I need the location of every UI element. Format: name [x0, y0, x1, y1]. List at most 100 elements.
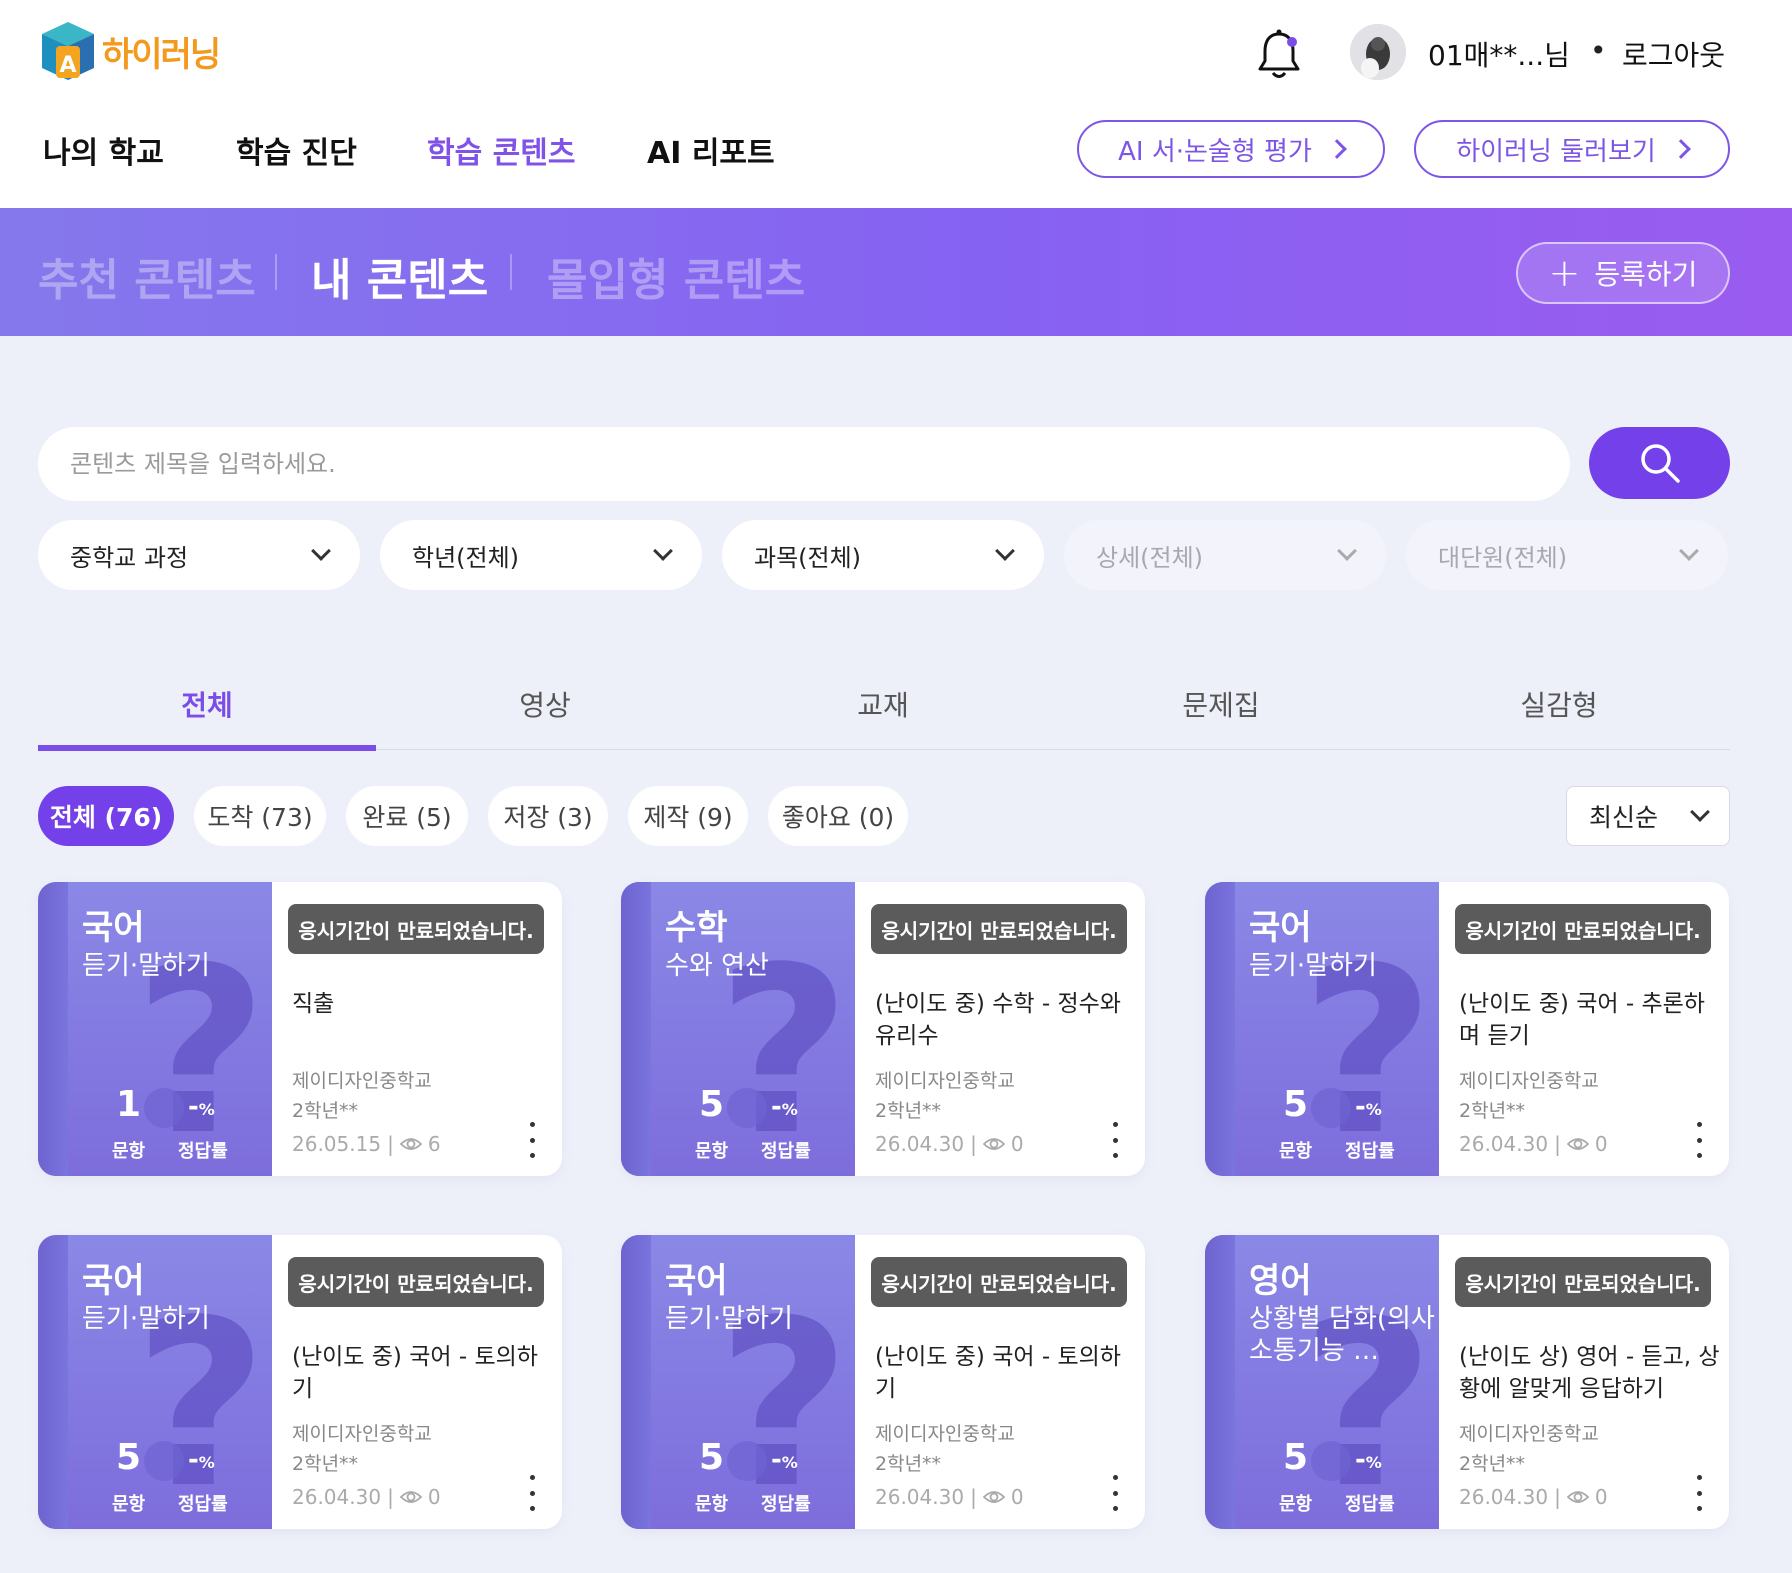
- user-name[interactable]: 01매**...님: [1428, 34, 1570, 74]
- search-button[interactable]: [1589, 427, 1730, 499]
- logout-link[interactable]: 로그아웃: [1622, 34, 1725, 74]
- avatar-image: [1350, 24, 1406, 80]
- subject-select[interactable]: 과목(전체): [722, 520, 1044, 590]
- content-card[interactable]: ? 국어 듣기·말하기 5 -% 문항 정답률 응시기간이 만료되었습니다. (…: [38, 1235, 562, 1529]
- progress-ring: [727, 1441, 767, 1481]
- chevron-right-icon: [1670, 139, 1691, 159]
- chip-created[interactable]: 제작 (9): [628, 786, 748, 846]
- chip-saved[interactable]: 저장 (3): [488, 786, 608, 846]
- card-area: 듣기·말하기: [82, 1304, 210, 1334]
- card-views: 0: [1010, 1485, 1024, 1509]
- type-tab-workbook[interactable]: 문제집: [1052, 684, 1390, 724]
- book-spine: [621, 882, 651, 1176]
- grade-select[interactable]: 학년(전체): [380, 520, 702, 590]
- ai-eval-button[interactable]: AI 서·논술형 평가: [1077, 120, 1385, 178]
- card-school: 제이디자인중학교: [292, 1070, 432, 1092]
- active-tab-indicator: [38, 745, 376, 751]
- card-grade: 2학년**: [1459, 1100, 1526, 1122]
- detail-select-value: 상세(전체): [1096, 543, 1204, 572]
- card-date: 26.04.30: [875, 1485, 965, 1509]
- card-date: 26.04.30: [875, 1132, 965, 1156]
- tour-label: 하이러닝 둘러보기: [1456, 136, 1656, 167]
- question-label: 문항: [1279, 1141, 1313, 1162]
- eye-icon: [1566, 1491, 1589, 1503]
- bell-icon[interactable]: [1254, 28, 1304, 82]
- question-label: 문항: [112, 1494, 146, 1515]
- content-card[interactable]: ? 영어 상황별 담화(의사소통기능 … 5 -% 문항 정답률 응시기간이 만…: [1205, 1235, 1729, 1529]
- avatar[interactable]: [1350, 24, 1406, 80]
- logo[interactable]: A 하이러닝: [40, 20, 221, 82]
- meta-divider: |: [970, 1132, 977, 1156]
- tab-my-content[interactable]: 내 콘텐츠: [311, 244, 488, 308]
- chip-arrived[interactable]: 도착 (73): [194, 786, 326, 846]
- chevron-right-icon: [1326, 139, 1347, 159]
- status-badge: 응시기간이 만료되었습니다.: [871, 904, 1127, 954]
- card-school: 제이디자인중학교: [1459, 1423, 1599, 1445]
- nav-ai-report[interactable]: AI 리포트: [647, 128, 775, 172]
- book-spine: [38, 882, 68, 1176]
- type-tab-textbook[interactable]: 교재: [714, 684, 1052, 724]
- card-subject: 영어: [1249, 1261, 1312, 1301]
- question-count: 5: [1283, 1437, 1309, 1478]
- more-vertical-icon[interactable]: [1105, 1122, 1125, 1158]
- card-subject: 국어: [82, 1261, 145, 1301]
- nav-learning-content[interactable]: 학습 콘텐츠: [427, 128, 575, 172]
- content-card[interactable]: ? 국어 듣기·말하기 5 -% 문항 정답률 응시기간이 만료되었습니다. (…: [1205, 882, 1729, 1176]
- sort-value: 최신순: [1589, 803, 1659, 832]
- chip-all[interactable]: 전체 (76): [38, 786, 174, 846]
- card-school: 제이디자인중학교: [875, 1070, 1015, 1092]
- book-spine: [38, 1235, 68, 1529]
- card-cover: ? 국어 듣기·말하기 5 -% 문항 정답률: [1205, 882, 1439, 1176]
- card-date: 26.05.15: [292, 1132, 382, 1156]
- sort-select[interactable]: 최신순: [1566, 786, 1730, 846]
- chevron-down-icon: [1337, 541, 1357, 561]
- more-vertical-icon[interactable]: [522, 1122, 542, 1158]
- course-select[interactable]: 중학교 과정: [38, 520, 360, 590]
- card-subject: 국어: [1249, 908, 1312, 948]
- correct-rate: -%: [1355, 1445, 1382, 1475]
- more-vertical-icon[interactable]: [1105, 1475, 1125, 1511]
- card-area: 상황별 담화(의사소통기능 …: [1249, 1304, 1435, 1366]
- card-area: 수와 연산: [665, 951, 769, 981]
- tab-recommended-content[interactable]: 추천 콘텐츠: [38, 244, 256, 308]
- card-meta: 26.04.30 | 0: [875, 1485, 1024, 1509]
- correct-rate-label: 정답률: [761, 1141, 811, 1162]
- card-subject: 국어: [82, 908, 145, 948]
- type-tab-immersive[interactable]: 실감형: [1390, 684, 1728, 724]
- tab-divider: [510, 254, 512, 290]
- tour-button[interactable]: 하이러닝 둘러보기: [1414, 120, 1730, 178]
- tab-immersive-content[interactable]: 몰입형 콘텐츠: [547, 244, 805, 308]
- card-grade: 2학년**: [292, 1100, 359, 1122]
- content-card[interactable]: ? 국어 듣기·말하기 1 -% 문항 정답률 응시기간이 만료되었습니다. 직…: [38, 882, 562, 1176]
- content-card[interactable]: ? 국어 듣기·말하기 5 -% 문항 정답률 응시기간이 만료되었습니다. (…: [621, 1235, 1145, 1529]
- correct-rate: -%: [188, 1092, 215, 1122]
- more-vertical-icon[interactable]: [1689, 1122, 1709, 1158]
- type-tab-all[interactable]: 전체: [38, 684, 376, 724]
- card-grade: 2학년**: [875, 1100, 942, 1122]
- card-info: 응시기간이 만료되었습니다. (난이도 중) 수학 - 정수와 유리수 제이디자…: [855, 882, 1145, 1176]
- more-vertical-icon[interactable]: [1689, 1475, 1709, 1511]
- unit-select-value: 대단원(전체): [1438, 543, 1568, 572]
- progress-ring: [1311, 1088, 1351, 1128]
- chip-liked[interactable]: 좋아요 (0): [768, 786, 908, 846]
- nav-diagnosis[interactable]: 학습 진단: [236, 128, 357, 172]
- content-card[interactable]: ? 수학 수와 연산 5 -% 문항 정답률 응시기간이 만료되었습니다. (난…: [621, 882, 1145, 1176]
- chip-completed[interactable]: 완료 (5): [346, 786, 468, 846]
- card-grade: 2학년**: [1459, 1453, 1526, 1475]
- question-label: 문항: [695, 1141, 729, 1162]
- card-cover: ? 국어 듣기·말하기 5 -% 문항 정답률: [38, 1235, 272, 1529]
- card-school: 제이디자인중학교: [292, 1423, 432, 1445]
- chevron-down-icon: [311, 541, 331, 561]
- register-button[interactable]: + 등록하기: [1516, 242, 1730, 304]
- progress-ring: [1311, 1441, 1351, 1481]
- svg-text:A: A: [59, 53, 76, 78]
- tab-divider: [275, 254, 277, 290]
- search-input[interactable]: [38, 427, 1570, 501]
- correct-rate-label: 정답률: [178, 1141, 228, 1162]
- more-vertical-icon[interactable]: [522, 1475, 542, 1511]
- type-tab-video[interactable]: 영상: [376, 684, 714, 724]
- nav-my-school[interactable]: 나의 학교: [43, 128, 164, 172]
- correct-rate-label: 정답률: [178, 1494, 228, 1515]
- card-cover: ? 영어 상황별 담화(의사소통기능 … 5 -% 문항 정답률: [1205, 1235, 1439, 1529]
- card-title: 직출: [292, 991, 335, 1017]
